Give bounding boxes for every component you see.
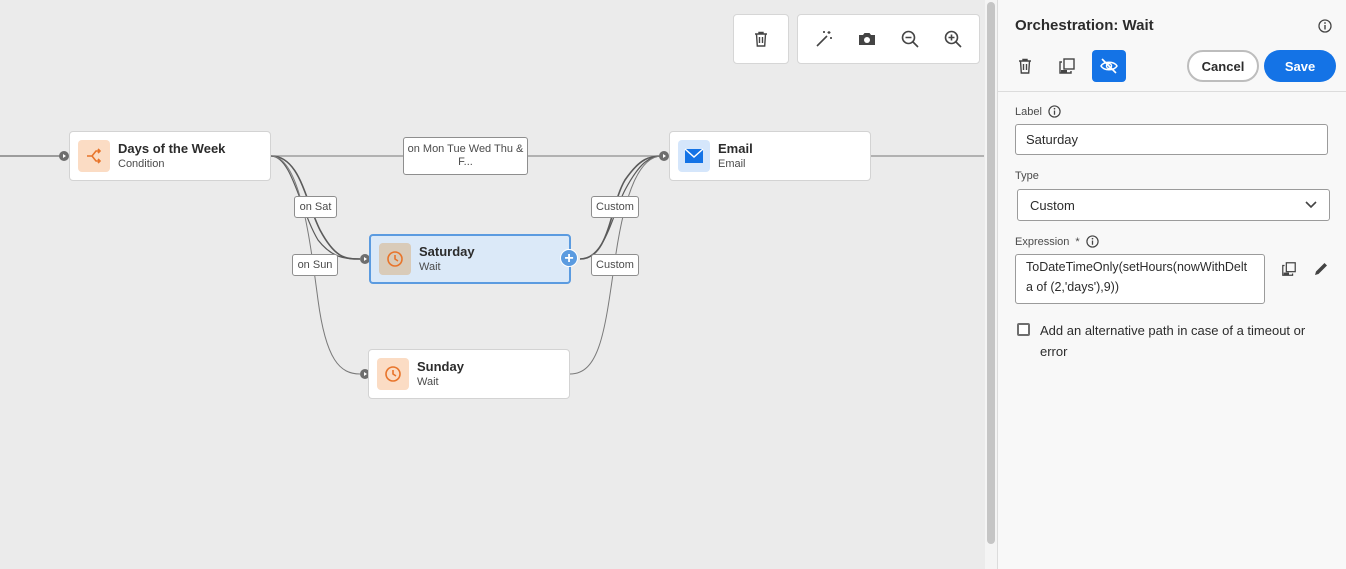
- node-title: Email: [718, 141, 753, 156]
- node-subtitle: Email: [718, 158, 746, 170]
- eye-hidden-icon: [1100, 58, 1118, 74]
- panel-title: Orchestration: Wait: [1015, 17, 1154, 34]
- camera-icon: [858, 33, 875, 45]
- info-icon[interactable]: [1048, 105, 1061, 118]
- info-icon[interactable]: [1086, 235, 1099, 248]
- label-field-text: Label: [1015, 105, 1042, 118]
- panel-divider: [998, 91, 1346, 92]
- clock-icon: [377, 358, 409, 390]
- delete-button[interactable]: [740, 18, 782, 60]
- screenshot-button[interactable]: [846, 18, 888, 60]
- required-asterisk: *: [1075, 235, 1080, 248]
- copy-expression-button[interactable]: [1281, 261, 1297, 282]
- node-title: Days of the Week: [118, 141, 226, 156]
- canvas-scrollbar[interactable]: [985, 0, 997, 569]
- clock-icon: [379, 243, 411, 275]
- alternative-path-label: Add an alternative path in case of a tim…: [1040, 323, 1306, 359]
- sunday-node[interactable]: Sunday Wait: [368, 349, 570, 399]
- properties-panel: Orchestration: Wait Cancel Save Label Sa…: [997, 0, 1346, 569]
- zoom-out-button[interactable]: [889, 18, 931, 60]
- edge-label-custom[interactable]: Custom: [591, 254, 639, 276]
- trash-icon: [755, 31, 767, 47]
- email-node[interactable]: Email Email: [669, 131, 871, 181]
- auto-arrange-button[interactable]: [803, 18, 845, 60]
- node-subtitle: Condition: [118, 158, 165, 170]
- journey-canvas[interactable]: Days of the Week Condition Email Email S…: [0, 0, 984, 569]
- email-input-port[interactable]: [659, 151, 669, 161]
- node-subtitle: Wait: [417, 376, 439, 388]
- connection-lines: [0, 155, 984, 375]
- delete-toolbar: [733, 14, 789, 64]
- cancel-button[interactable]: Cancel: [1187, 50, 1259, 82]
- condition-icon: [78, 140, 110, 172]
- edit-expression-button[interactable]: [1313, 261, 1329, 282]
- condition-node[interactable]: Days of the Week Condition: [69, 131, 271, 181]
- duplicate-icon: [1059, 58, 1075, 74]
- node-title: Saturday: [419, 244, 475, 259]
- edge-label-weekdays[interactable]: on Mon Tue Wed Thu & F...: [403, 137, 528, 175]
- save-button[interactable]: Save: [1264, 50, 1336, 82]
- delete-activity-button[interactable]: [1008, 50, 1042, 82]
- saturday-node[interactable]: Saturday Wait: [369, 234, 571, 284]
- email-icon: [678, 140, 710, 172]
- hide-activity-button[interactable]: [1092, 50, 1126, 82]
- expression-field-label: Expression *: [1015, 235, 1099, 248]
- node-title: Sunday: [417, 359, 464, 374]
- edge-label-sun[interactable]: on Sun: [292, 254, 338, 276]
- condition-input-port[interactable]: [59, 151, 69, 161]
- label-input[interactable]: Saturday: [1015, 124, 1328, 155]
- node-subtitle: Wait: [419, 261, 441, 273]
- type-field-label: Type: [1015, 170, 1039, 182]
- canvas-toolbar: [797, 14, 980, 64]
- expression-label-text: Expression: [1015, 235, 1070, 248]
- zoom-in-icon: [945, 30, 962, 48]
- add-activity-button[interactable]: +: [560, 249, 578, 267]
- edge-label-sat[interactable]: on Sat: [294, 196, 337, 218]
- info-icon[interactable]: [1318, 19, 1332, 38]
- checkbox[interactable]: [1017, 323, 1030, 336]
- expression-input[interactable]: ToDateTimeOnly(setHours(nowWithDelta of …: [1015, 254, 1265, 304]
- label-field-label: Label: [1015, 105, 1061, 118]
- trash-icon: [1019, 58, 1031, 74]
- edge-label-custom[interactable]: Custom: [591, 196, 639, 218]
- chevron-down-icon: [1305, 201, 1317, 209]
- type-select[interactable]: Custom: [1017, 189, 1330, 221]
- pencil-icon: [1315, 263, 1327, 275]
- alternative-path-checkbox[interactable]: Add an alternative path in case of a tim…: [1017, 320, 1316, 362]
- magic-wand-icon: [816, 31, 832, 47]
- type-select-value: Custom: [1030, 197, 1075, 213]
- scrollbar-thumb[interactable]: [987, 2, 995, 544]
- zoom-out-icon: [901, 30, 919, 48]
- duplicate-icon: [1282, 262, 1296, 276]
- duplicate-activity-button[interactable]: [1050, 50, 1084, 82]
- zoom-in-button[interactable]: [932, 18, 974, 60]
